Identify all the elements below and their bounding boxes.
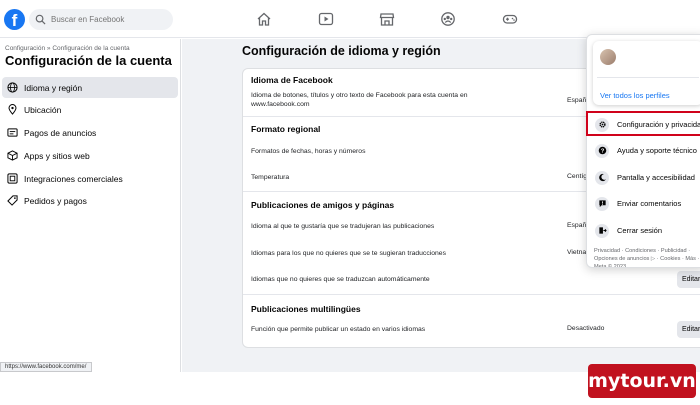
- globe-icon: [7, 82, 18, 93]
- sidebar-item-label: Integraciones comerciales: [24, 173, 123, 184]
- menu-item-display-accessibility[interactable]: Pantalla y accesibilidad: [591, 166, 700, 189]
- regional-format-description: Formatos de fechas, horas y números: [251, 148, 366, 155]
- settings-sidebar: Configuración » Configuración de la cuen…: [0, 39, 181, 372]
- sidebar-item-label: Apps y sitios web: [24, 150, 90, 161]
- multilingual-status: Desactivado: [567, 325, 605, 332]
- sidebar-item-language-region[interactable]: Idioma y región: [2, 77, 178, 98]
- highlight-box: [586, 111, 700, 136]
- divider: [597, 77, 699, 78]
- section-title-multilingual: Publicaciones multilingües: [251, 304, 361, 314]
- sidebar-item-orders-payments[interactable]: Pedidos y pagos: [2, 190, 178, 211]
- sidebar-title: Configuración de la cuenta: [5, 53, 172, 68]
- avatar[interactable]: [600, 49, 616, 65]
- groups-icon[interactable]: [440, 12, 456, 26]
- home-icon[interactable]: [256, 12, 272, 26]
- edit-button[interactable]: Editar: [677, 321, 700, 338]
- feedback-icon: [595, 196, 609, 211]
- translate-to-language-label: Idioma al que te gustaría que se traduje…: [251, 223, 435, 230]
- business-integrations-icon: [7, 173, 18, 184]
- page-title: Configuración de idioma y región: [242, 44, 441, 58]
- watermark-text: mytour.vn: [588, 370, 696, 392]
- help-icon: ?: [595, 143, 609, 158]
- menu-item-feedback[interactable]: Enviar comentarios: [591, 192, 700, 215]
- watermark-logo: mytour.vn: [588, 364, 696, 398]
- multilingual-description: Función que permite publicar un estado e…: [251, 326, 426, 333]
- sidebar-item-label: Pagos de anuncios: [24, 127, 97, 138]
- logout-icon: [595, 223, 609, 238]
- menu-item-label: Pantalla y accesibilidad: [617, 173, 695, 182]
- facebook-logo[interactable]: f: [4, 9, 25, 30]
- sidebar-item-label: Pedidos y pagos: [24, 195, 87, 206]
- svg-text:?: ?: [600, 149, 604, 155]
- profile-card[interactable]: Ver todos los perfiles: [593, 41, 700, 105]
- gaming-icon[interactable]: [502, 12, 518, 26]
- search-icon: [35, 14, 46, 25]
- menu-item-label: Ayuda y soporte técnico: [617, 146, 697, 155]
- section-title-friends-pages: Publicaciones de amigos y páginas: [251, 200, 395, 210]
- menu-item-label: Cerrar sesión: [617, 226, 663, 235]
- status-bar-url: https://www.facebook.com/me/: [0, 362, 92, 372]
- menu-item-label: Enviar comentarios: [617, 199, 682, 208]
- menu-item-log-out[interactable]: Cerrar sesión: [591, 219, 700, 242]
- sidebar-item-location[interactable]: Ubicación: [2, 99, 178, 120]
- no-suggest-translations-label: Idiomas para los que no quieres que se t…: [251, 250, 446, 257]
- search-box[interactable]: [29, 9, 173, 30]
- sidebar-item-ads-payments[interactable]: Pagos de anuncios: [2, 122, 178, 143]
- footer-links[interactable]: Privacidad · Condiciones · Publicidad · …: [594, 247, 700, 267]
- sidebar-item-business-integrations[interactable]: Integraciones comerciales: [2, 168, 178, 189]
- temperature-label: Temperatura: [251, 174, 290, 181]
- divider: [243, 294, 700, 295]
- facebook-language-description: Idioma de botones, títulos y otro texto …: [251, 92, 468, 108]
- section-title-facebook-language: Idioma de Facebook: [251, 75, 333, 85]
- search-input[interactable]: [51, 15, 161, 24]
- marketplace-icon[interactable]: [379, 12, 395, 26]
- sidebar-item-label: Idioma y región: [24, 82, 83, 93]
- top-navigation-bar: f: [0, 0, 700, 38]
- sidebar-item-label: Ubicación: [24, 104, 62, 115]
- moon-icon: [595, 170, 609, 185]
- account-menu-dropdown: Ver todos los perfiles Configuración y p…: [586, 34, 700, 268]
- menu-item-help-support[interactable]: ? Ayuda y soporte técnico: [591, 139, 700, 162]
- ads-payments-icon: [7, 128, 18, 137]
- edit-button[interactable]: Editar: [677, 271, 700, 288]
- apps-icon: [7, 150, 18, 161]
- tag-icon: [7, 195, 18, 206]
- sidebar-item-apps-websites[interactable]: Apps y sitios web: [2, 145, 178, 166]
- no-auto-translate-label: Idiomas que no quieres que se traduzcan …: [251, 276, 430, 283]
- section-title-regional-format: Formato regional: [251, 124, 321, 134]
- video-icon[interactable]: [318, 12, 334, 26]
- see-all-profiles-link[interactable]: Ver todos los perfiles: [600, 91, 670, 100]
- location-icon: [8, 104, 17, 115]
- breadcrumb[interactable]: Configuración » Configuración de la cuen…: [5, 45, 130, 52]
